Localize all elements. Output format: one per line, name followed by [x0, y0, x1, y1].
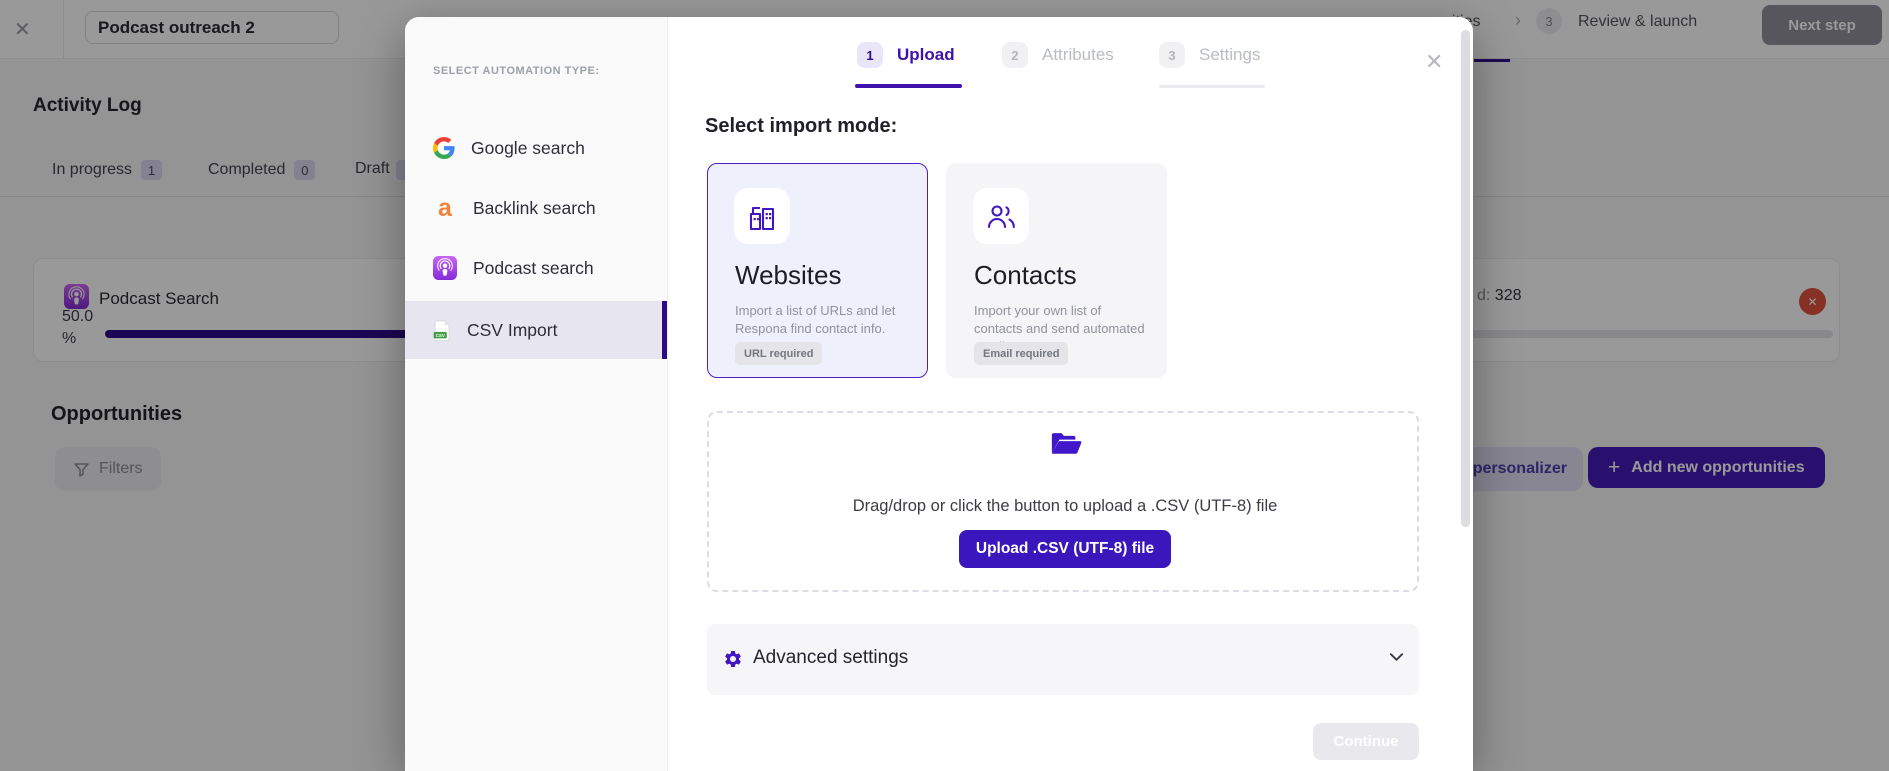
active-step-underline [855, 84, 962, 88]
modal-close-icon[interactable]: ✕ [1425, 49, 1443, 75]
step-label: Upload [897, 45, 955, 65]
sidebar-item-label: Backlink search [473, 198, 596, 219]
sidebar-item-label: Podcast search [473, 258, 594, 279]
mode-requirement-badge: URL required [735, 342, 822, 365]
chevron-down-icon [1389, 652, 1404, 662]
sidebar-item-backlink-search[interactable]: a Backlink search [405, 179, 667, 237]
import-mode-heading: Select import mode: [705, 115, 897, 138]
csv-dropzone[interactable]: Drag/drop or click the button to upload … [707, 411, 1419, 592]
mode-card-contacts[interactable]: Contacts Import your own list of contact… [946, 163, 1167, 378]
buildings-icon [734, 188, 790, 244]
dropzone-instruction: Drag/drop or click the button to upload … [709, 497, 1421, 516]
continue-button[interactable]: Continue [1313, 723, 1419, 760]
mode-description: Import a list of URLs and let Respona fi… [735, 302, 910, 338]
mode-title: Websites [735, 260, 841, 291]
csv-import-modal: SELECT AUTOMATION TYPE: Google search a … [405, 17, 1473, 771]
mode-card-websites[interactable]: Websites Import a list of URLs and let R… [707, 163, 928, 378]
step-number-badge: 1 [857, 42, 883, 68]
ahrefs-icon: a [433, 196, 457, 221]
sidebar-heading: SELECT AUTOMATION TYPE: [433, 65, 600, 77]
csv-file-icon: CSV [433, 320, 451, 341]
app-screen: ✕ ities › 3 Review & launch Next step Ac… [0, 0, 1889, 771]
automation-type-sidebar: SELECT AUTOMATION TYPE: Google search a … [405, 17, 668, 771]
mode-title: Contacts [974, 260, 1077, 291]
advanced-settings-toggle[interactable]: Advanced settings [707, 624, 1419, 695]
sidebar-item-label: Google search [471, 138, 585, 159]
sidebar-item-label: CSV Import [467, 320, 557, 341]
step-upload[interactable]: 1 Upload [857, 42, 955, 68]
step-number-badge: 2 [1002, 42, 1028, 68]
modal-scrollbar-thumb[interactable] [1461, 30, 1470, 527]
step-attributes[interactable]: 2 Attributes [1002, 42, 1114, 68]
step-number-badge: 3 [1159, 42, 1185, 68]
google-icon [433, 137, 455, 159]
people-icon [973, 188, 1029, 244]
gear-icon [723, 649, 743, 669]
sidebar-item-podcast-search[interactable]: Podcast search [405, 239, 667, 297]
folder-icon [1050, 429, 1082, 461]
step-settings[interactable]: 3 Settings [1159, 42, 1260, 68]
advanced-settings-label: Advanced settings [753, 647, 908, 669]
sidebar-item-csv-import[interactable]: CSV CSV Import [405, 301, 667, 359]
sidebar-item-google-search[interactable]: Google search [405, 119, 667, 177]
step-label: Settings [1199, 45, 1260, 65]
step-label: Attributes [1042, 45, 1114, 65]
upload-csv-button[interactable]: Upload .CSV (UTF-8) file [959, 530, 1171, 568]
svg-text:CSV: CSV [436, 332, 445, 337]
mode-requirement-badge: Email required [974, 342, 1068, 365]
podcast-icon [433, 256, 457, 280]
inactive-step-underline [1159, 85, 1265, 88]
